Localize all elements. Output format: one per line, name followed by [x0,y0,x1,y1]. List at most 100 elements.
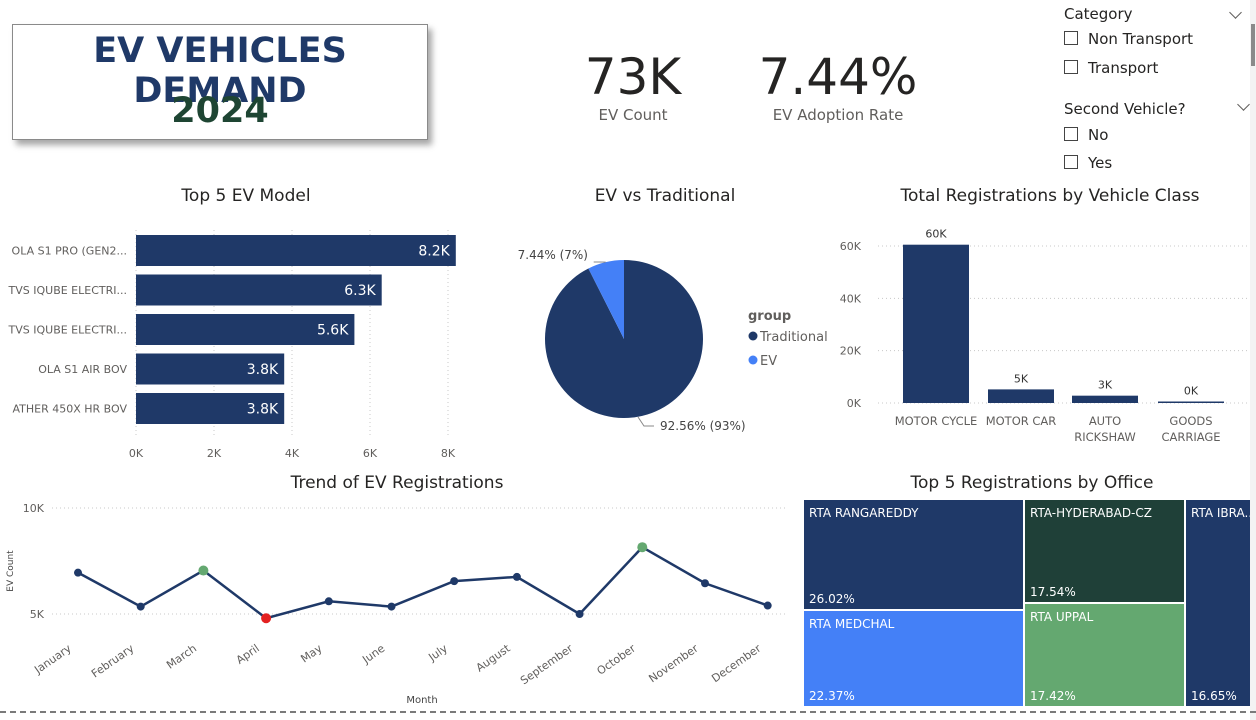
model-data-label: 6.3K [344,283,376,299]
chevron-down-icon[interactable] [1237,98,1250,111]
kpi-adoption-rate-value: 7.44% [758,48,918,106]
x-tick-label: 2K [207,447,222,460]
ev-vs-traditional-title: EV vs Traditional [594,186,736,206]
treemap-cell-label: RTA MEDCHAL [809,617,895,631]
legend-label-traditional: Traditional [759,330,828,345]
second-vehicle-option-yes[interactable]: Yes [1064,154,1184,174]
treemap-cell-percent: 16.65% [1191,689,1237,703]
checkbox-icon[interactable] [1064,31,1078,45]
class-data-label: 3K [1098,379,1113,392]
top-models-title: Top 5 EV Model [181,186,311,206]
y-tick-label: 5K [30,608,45,621]
model-category-label: TVS IQUBE ELECTRI... [8,324,127,337]
category-slicer-title: Category [1064,5,1133,23]
treemap-cell-medchal[interactable]: RTA MEDCHAL 22.37% [803,610,1024,707]
trend-point [324,597,333,606]
legend-marker-ev [748,355,758,365]
treemap-cell-uppal[interactable]: RTA UPPAL 17.42% [1024,603,1185,707]
class-category-label: GOODS [1169,414,1212,428]
dashboard-year: 2024 [171,91,269,131]
class-bar [1158,401,1224,403]
trend-point [74,568,82,577]
legend-marker-traditional [748,331,758,341]
treemap-cell-label: RTA-HYDERABAD-CZ [1030,506,1152,520]
office-treemap: RTA RANGAREDDY 26.02% RTA MEDCHAL 22.37% RTA… [803,499,1256,707]
kpi-adoption-rate-label: EV Adoption Rate [772,106,904,124]
category-option-non-transport[interactable]: Non Transport [1064,30,1244,50]
checkbox-icon[interactable] [1064,155,1078,169]
second-vehicle-slicer-title: Second Vehicle? [1064,100,1186,118]
x-axis-title: Month [406,695,437,706]
model-data-label: 5.6K [317,323,349,339]
y-tick-label: 0K [847,397,862,410]
scrollbar[interactable] [1250,0,1256,720]
y-tick-label: 40K [840,292,862,305]
class-data-label: 0K [1184,385,1199,398]
kpi-ev-count-label: EV Count [598,106,668,124]
model-category-label: OLA S1 AIR BOV [38,363,127,376]
option-label: Transport [1088,59,1159,77]
x-tick-label: 4K [285,447,300,460]
treemap-cell-hyderabad-cz[interactable]: RTA-HYDERABAD-CZ 17.54% [1024,499,1185,603]
checkbox-icon[interactable] [1064,60,1078,74]
by-office-title: Top 5 Registrations by Office [910,473,1154,493]
x-tick-label: June [359,642,387,667]
title-card: EV VEHICLES DEMAND 2024 [12,24,428,140]
treemap-cell-percent: 17.54% [1030,585,1076,599]
x-tick-label: September [518,642,576,688]
by-class-title: Total Registrations by Vehicle Class [900,186,1200,206]
trend-point [575,610,584,618]
x-tick-label: July [425,642,450,665]
category-option-transport[interactable]: Transport [1064,59,1244,79]
treemap-cell-percent: 17.42% [1030,689,1076,703]
second-vehicle-slicer: Second Vehicle? No Yes [1064,98,1250,179]
second-vehicle-option-no[interactable]: No [1064,126,1184,146]
trend-point [763,601,772,610]
model-category-label: OLA S1 PRO (GEN2... [12,245,127,258]
class-category-label: MOTOR CYCLE [895,414,978,428]
legend-label-ev: EV [760,354,777,369]
trend-point [261,613,272,624]
class-bar [1072,395,1138,403]
x-tick-label: 6K [363,447,378,460]
x-tick-label: December [709,642,764,686]
model-data-label: 8.2K [418,244,450,260]
model-category-label: ATHER 450X HR BOV [12,403,127,416]
treemap-cell-percent: 22.37% [809,689,855,703]
trend-point [701,579,709,588]
class-category-label: RICKSHAW [1074,430,1136,444]
trend-point [136,602,145,611]
y-tick-label: 20K [840,345,862,358]
trend-point [198,565,209,576]
x-tick-label: February [89,642,137,681]
kpi-ev-count-value: 73K [584,48,682,106]
x-tick-label: March [164,642,199,672]
y-tick-label: 60K [840,240,862,253]
vehicle-class-bar-chart: 0K 20K 40K 60K 60K MOTOR CYCLE 5K MOTOR CAR 3K AU… [840,228,1248,444]
trend-point [637,542,648,553]
x-tick-label: April [234,642,262,667]
treemap-cell-percent: 26.02% [809,592,855,606]
class-category-label: AUTO [1089,414,1121,428]
x-tick-label: 8K [441,447,456,460]
ev-slice-label: 7.44% (7%) [518,248,588,262]
traditional-slice-label: 92.56% (93%) [660,419,746,433]
class-bar [988,389,1054,403]
top-models-bar-chart: 0K 2K 4K 6K 8K 8.2K OLA S1 PRO (GEN2... 6.3K TVS… [8,230,456,460]
treemap-cell-label: RTA IBRA... [1191,506,1256,520]
treemap-cell-ibrahimpatnam[interactable]: RTA IBRA... 16.65% [1185,499,1256,707]
y-tick-label: 10K [23,502,45,515]
class-category-label: MOTOR CAR [986,414,1057,428]
treemap-cell-label: RTA RANGAREDDY [809,506,919,520]
option-label: Non Transport [1088,30,1194,48]
model-data-label: 3.8K [247,362,279,378]
checkbox-icon[interactable] [1064,127,1078,141]
scrollbar-thumb[interactable] [1251,24,1255,66]
trend-line [77,545,769,620]
class-category-label: CARRIAGE [1161,430,1220,444]
x-tick-label: 0K [129,447,144,460]
x-tick-label: October [594,642,638,678]
trend-title: Trend of EV Registrations [290,473,504,493]
chevron-down-icon[interactable] [1229,6,1242,19]
treemap-cell-rangareddy[interactable]: RTA RANGAREDDY 26.02% [803,499,1024,610]
